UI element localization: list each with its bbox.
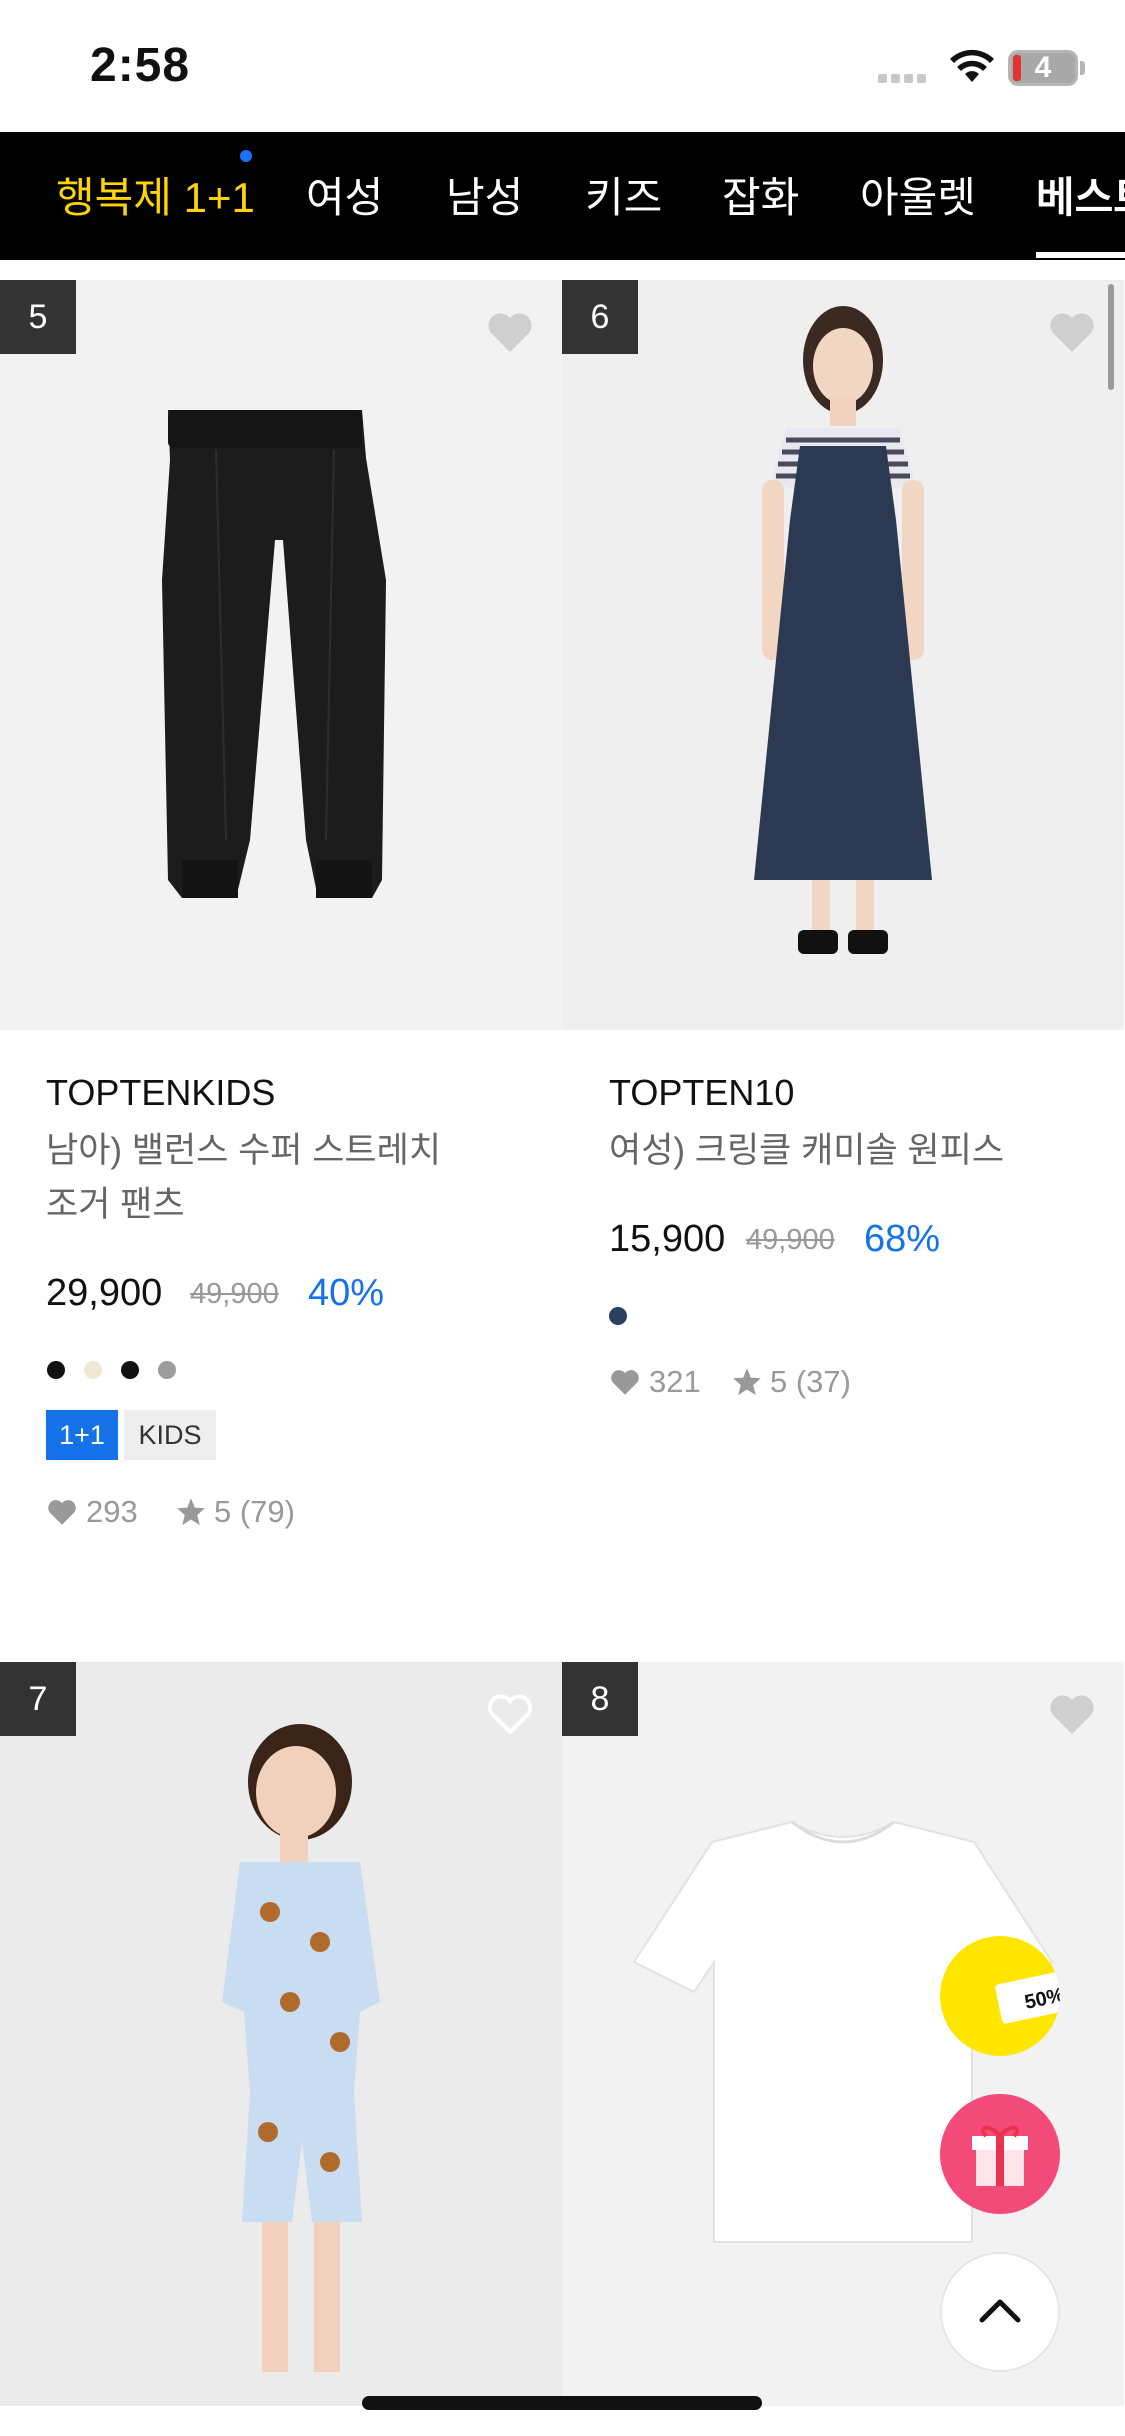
rating-value: 5 (79) (214, 1494, 295, 1529)
rank-badge: 6 (562, 280, 638, 354)
model-dress-image (754, 306, 932, 954)
battery-level: 4 (1034, 51, 1052, 84)
rating: 5 (79) (176, 1494, 295, 1530)
tab-happy-festival[interactable]: 행복제 1+1 (56, 164, 255, 225)
product-name-line1: 남아) 밸런스 수퍼 스트레치 (46, 1131, 442, 1170)
rank-badge: 8 (562, 1662, 638, 1736)
scrollbar[interactable] (1108, 284, 1114, 390)
product-name-line2: 조거 팬츠 (46, 1185, 185, 1224)
like-count-value: 321 (649, 1364, 701, 1399)
product-image[interactable]: 6 (562, 280, 1124, 1030)
like-count: 321 (609, 1364, 701, 1400)
one-plus-one-badge: 1+1 (46, 1410, 118, 1460)
wifi-icon (948, 48, 996, 89)
heart-icon (611, 1370, 639, 1395)
wishlist-heart-icon[interactable] (1048, 1692, 1096, 1741)
like-count-value: 293 (86, 1494, 138, 1529)
gift-floating-button[interactable] (940, 2094, 1060, 2214)
battery-nub (1080, 61, 1085, 75)
product-name[interactable]: 여성) 크링클 캐미솔 원피스 (609, 1124, 1069, 1178)
tab-accessories[interactable]: 잡화 (722, 164, 799, 225)
tab-men[interactable]: 남성 (446, 164, 523, 225)
tab-kids[interactable]: 키즈 (585, 164, 662, 225)
wishlist-heart-icon[interactable] (486, 310, 534, 359)
tab-outlet[interactable]: 아울렛 (860, 164, 976, 225)
color-swatch (47, 1361, 65, 1379)
product-image[interactable]: 5 (0, 280, 562, 1030)
product-image[interactable]: 7 (0, 1662, 562, 2406)
kids-badge: KIDS (124, 1410, 216, 1460)
like-count: 293 (46, 1494, 138, 1530)
rating: 5 (37) (732, 1364, 851, 1400)
category-nav: 행복제 1+1 여성 남성 키즈 잡화 아울렛 베스트 (0, 132, 1125, 260)
product-brand: TOPTEN10 (609, 1072, 795, 1113)
new-indicator-dot (240, 150, 252, 162)
tab-best[interactable]: 베스트 (1036, 164, 1125, 225)
wishlist-heart-icon[interactable] (486, 1692, 534, 1741)
heart-icon (48, 1500, 76, 1525)
discount-rate: 68% (864, 1218, 941, 1260)
product-price: 29,900 (46, 1272, 163, 1314)
product-price: 15,900 (609, 1218, 726, 1260)
jogger-pants-image (162, 410, 386, 898)
status-time: 2:58 (90, 39, 191, 92)
active-tab-underline (1036, 252, 1125, 258)
battery-icon: 4 (1008, 50, 1078, 86)
product-brand: TOPTENKIDS (46, 1072, 276, 1113)
coupon-icon: 50% (995, 1971, 1060, 2024)
home-indicator[interactable] (362, 2396, 762, 2410)
cellular-signal-icon (878, 70, 930, 88)
scroll-to-top-button[interactable] (940, 2252, 1060, 2372)
product-name-line1: 여성) 크링클 캐미솔 원피스 (609, 1131, 1005, 1170)
color-swatch (609, 1307, 627, 1325)
product-name[interactable]: 남아) 밸런스 수퍼 스트레치 조거 팬츠 (46, 1124, 506, 1232)
wishlist-heart-icon[interactable] (1048, 310, 1096, 359)
rating-value: 5 (37) (770, 1364, 851, 1399)
kids-pajama-image (222, 1724, 380, 2372)
gift-icon (972, 2125, 1028, 2186)
promo-floating-button[interactable]: 50% (940, 1936, 1060, 2056)
star-icon (177, 1498, 205, 1526)
color-swatch (84, 1361, 102, 1379)
tab-women[interactable]: 여성 (306, 164, 383, 225)
star-icon (733, 1368, 761, 1396)
chevron-up-icon (979, 2299, 1021, 2323)
rank-badge: 7 (0, 1662, 76, 1736)
color-swatch (121, 1361, 139, 1379)
original-price: 49,900 (746, 1224, 835, 1256)
color-swatch (158, 1361, 176, 1379)
discount-rate: 40% (308, 1272, 385, 1314)
rank-badge: 5 (0, 280, 76, 354)
original-price: 49,900 (190, 1278, 279, 1310)
